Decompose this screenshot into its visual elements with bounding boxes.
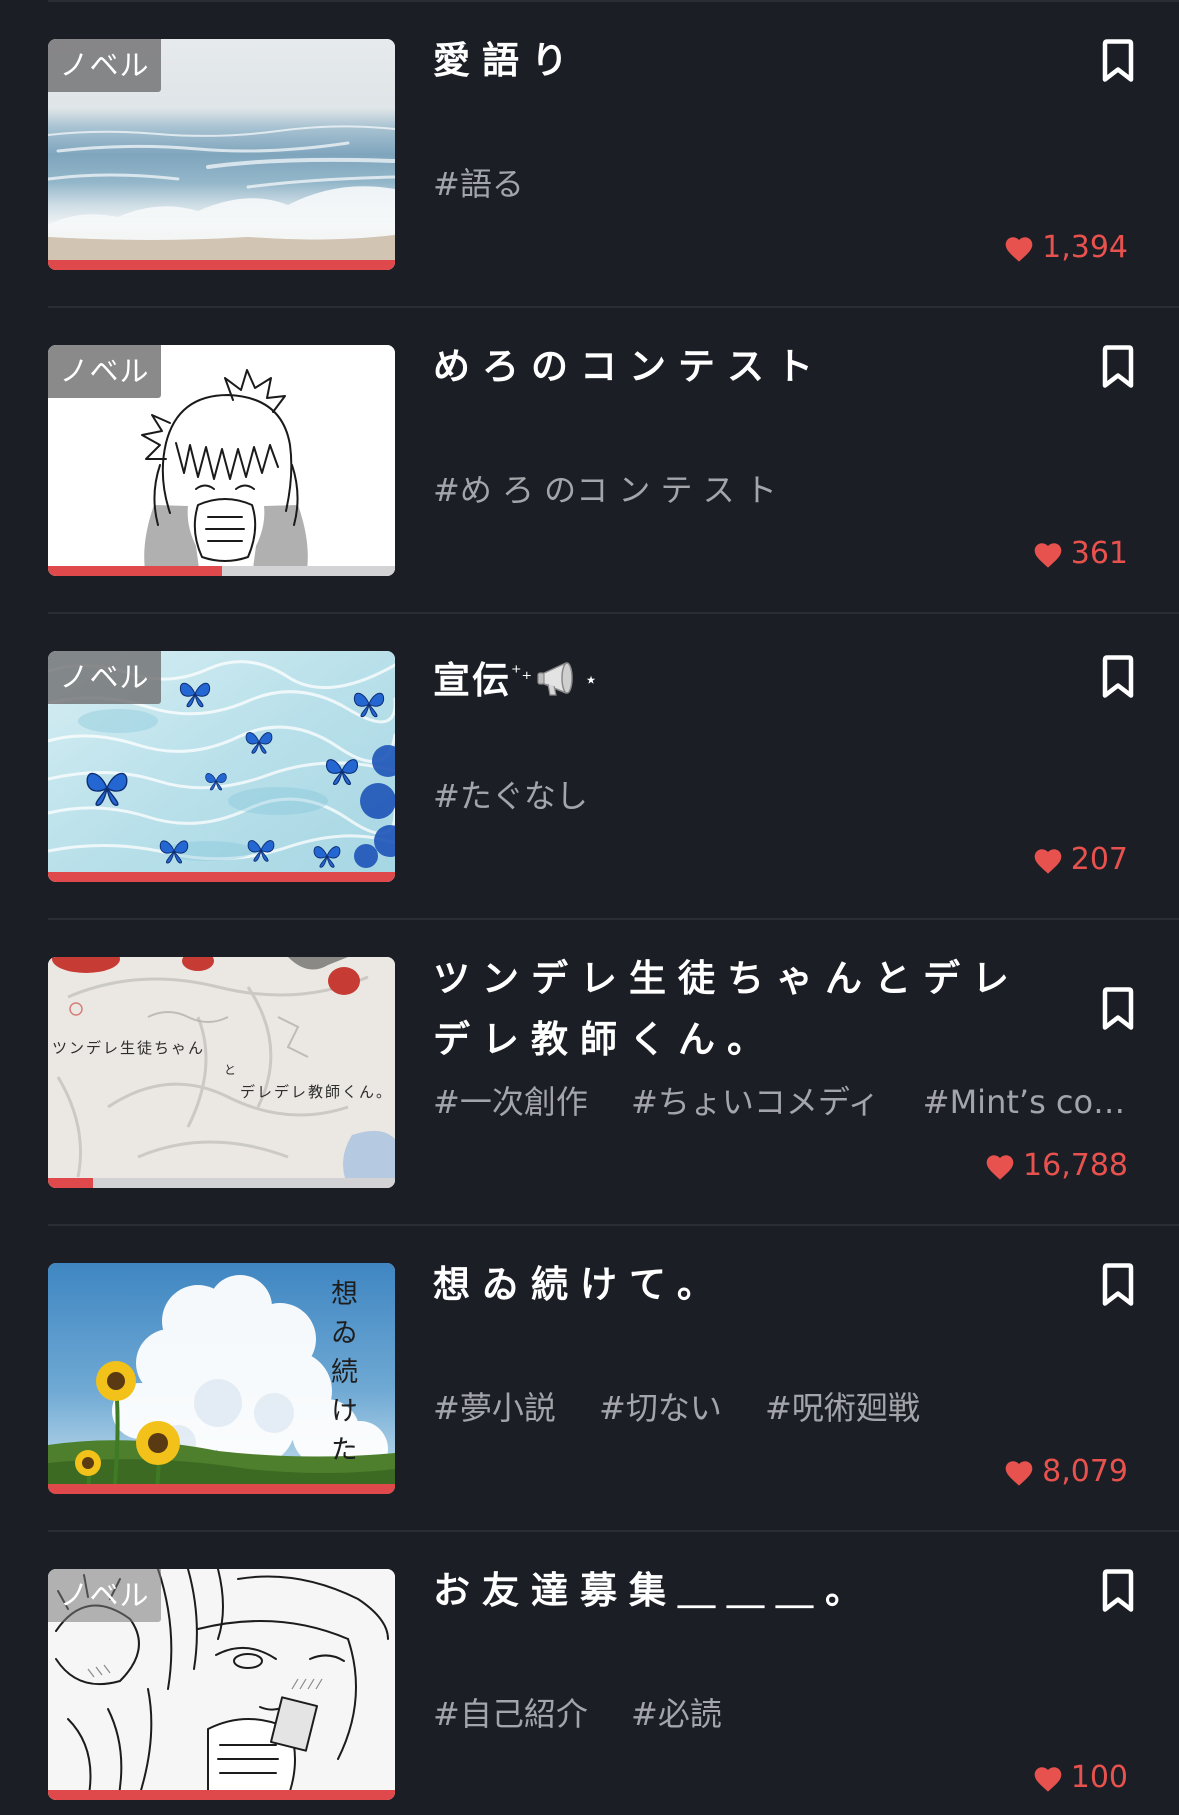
cover-image[interactable]: ノベル: [48, 39, 395, 270]
read-progress-fill: [48, 260, 395, 270]
read-progress-fill: [48, 872, 395, 882]
cover-lettering: デレデレ教師くん。: [240, 1083, 394, 1101]
cover-image[interactable]: 想ゐ続けた: [48, 1263, 395, 1494]
story-list-item[interactable]: ノベル 愛語り #語る 1,394: [48, 0, 1179, 306]
read-progress-fill: [48, 1790, 395, 1800]
tag[interactable]: #語る: [433, 165, 524, 203]
item-header: 宣伝⁺₊ ⋆: [433, 642, 1137, 711]
story-list-item[interactable]: ツンデレ生徒ちゃん と デレデレ教師くん。 ツンデレ生徒ちゃんとデレデレ教師くん…: [48, 918, 1179, 1224]
like-count-value: 100: [1070, 1760, 1128, 1795]
story-title[interactable]: 愛語り: [433, 30, 1043, 91]
story-list-item[interactable]: ノベル めろのコンテスト #め ろ のコ ン テ ス ト 361: [48, 306, 1179, 612]
novel-badge: ノベル: [48, 39, 161, 92]
story-title-text: 宣伝: [433, 659, 511, 702]
like-count: 207: [1032, 842, 1128, 878]
cover-lettering: と: [224, 1063, 239, 1077]
like-count: 361: [1032, 536, 1128, 572]
bookmark-icon: [1099, 987, 1137, 1031]
read-progress-bar: [48, 1484, 395, 1494]
bookmark-button[interactable]: [1099, 1569, 1137, 1613]
read-progress-bar: [48, 566, 395, 576]
like-count: 1,394: [1003, 230, 1128, 266]
like-count-value: 361: [1070, 536, 1128, 571]
read-progress-fill: [48, 1484, 395, 1494]
tsundere-cover-art: [48, 957, 395, 1188]
tag-list: #たぐなし: [433, 777, 1153, 815]
item-header: ツンデレ生徒ちゃんとデレデレ教師くん。: [433, 948, 1137, 1070]
like-count: 100: [1032, 1760, 1128, 1796]
item-header: 想ゐ続けて。: [433, 1254, 1137, 1315]
megaphone-icon: [537, 662, 573, 696]
bookmark-button[interactable]: [1099, 39, 1137, 83]
like-count-value: 207: [1070, 842, 1128, 877]
read-progress-fill: [48, 1178, 94, 1188]
tag[interactable]: #自己紹介: [433, 1695, 588, 1733]
read-progress-bar: [48, 260, 395, 270]
bookmark-icon: [1099, 1569, 1137, 1613]
story-list-item[interactable]: ノベル お友達募集＿＿＿。 #自己紹介 #必読 100: [48, 1530, 1179, 1815]
tag-list: #語る: [433, 165, 1153, 203]
heart-icon: [1032, 539, 1064, 569]
bookmark-button[interactable]: [1099, 655, 1137, 699]
like-count: 8,079: [1003, 1454, 1128, 1490]
bookmark-icon: [1099, 345, 1137, 389]
sparkle-decoration: ⁺₊: [511, 660, 533, 684]
cover-image[interactable]: ノベル: [48, 1569, 395, 1800]
tag[interactable]: #夢小説: [433, 1389, 556, 1427]
item-header: お友達募集＿＿＿。: [433, 1560, 1137, 1621]
tag-list: #め ろ のコ ン テ ス ト: [433, 471, 1153, 509]
read-progress-bar: [48, 872, 395, 882]
novel-badge: ノベル: [48, 651, 161, 704]
read-progress-bar: [48, 1178, 395, 1188]
tag[interactable]: #一次創作: [433, 1083, 588, 1121]
story-title[interactable]: 宣伝⁺₊ ⋆: [433, 642, 1043, 711]
heart-icon: [1032, 1763, 1064, 1793]
bookmark-icon: [1099, 1263, 1137, 1307]
item-header: めろのコンテスト: [433, 336, 1137, 397]
tag-list: #自己紹介 #必読: [433, 1695, 1153, 1733]
tag[interactable]: #たぐなし: [433, 777, 588, 815]
heart-icon: [1003, 233, 1035, 263]
like-count-value: 8,079: [1042, 1454, 1128, 1489]
heart-icon: [984, 1151, 1016, 1181]
story-list: ノベル 愛語り #語る 1,394 ノベル めろのコンテスト #め ろ のコ ン…: [0, 0, 1179, 1815]
cover-image[interactable]: ツンデレ生徒ちゃん と デレデレ教師くん。: [48, 957, 395, 1188]
story-list-item[interactable]: ノベル 宣伝⁺₊ ⋆ #たぐなし 207: [48, 612, 1179, 918]
bookmark-button[interactable]: [1099, 345, 1137, 389]
cover-lettering: ツンデレ生徒ちゃん: [52, 1039, 206, 1057]
story-title[interactable]: ツンデレ生徒ちゃんとデレデレ教師くん。: [433, 948, 1043, 1070]
tag[interactable]: #Mint’s co…: [923, 1083, 1125, 1121]
bookmark-button[interactable]: [1099, 987, 1137, 1031]
read-progress-bar: [48, 1790, 395, 1800]
heart-icon: [1032, 845, 1064, 875]
tag-list: #一次創作 #ちょいコメディ #Mint’s co…: [433, 1083, 1153, 1121]
cover-image[interactable]: ノベル: [48, 651, 395, 882]
novel-badge: ノベル: [48, 1569, 161, 1622]
star-decoration: ⋆: [584, 668, 598, 693]
story-list-item[interactable]: 想ゐ続けた 想ゐ続けて。 #夢小説 #切ない #呪術廻戦 8,079: [48, 1224, 1179, 1530]
tag[interactable]: #ちょいコメディ: [631, 1083, 880, 1121]
story-title[interactable]: 想ゐ続けて。: [433, 1254, 1043, 1315]
heart-icon: [1003, 1457, 1035, 1487]
tag[interactable]: #め ろ のコ ン テ ス ト: [433, 471, 777, 509]
bookmark-button[interactable]: [1099, 1263, 1137, 1307]
bookmark-icon: [1099, 39, 1137, 83]
story-title[interactable]: お友達募集＿＿＿。: [433, 1560, 1043, 1621]
tag-list: #夢小説 #切ない #呪術廻戦: [433, 1389, 1153, 1427]
story-title[interactable]: めろのコンテスト: [433, 336, 1043, 397]
like-count-value: 1,394: [1042, 230, 1128, 265]
like-count-value: 16,788: [1023, 1148, 1128, 1183]
tag[interactable]: #切ない: [599, 1389, 722, 1427]
tag[interactable]: #呪術廻戦: [765, 1389, 920, 1427]
like-count: 16,788: [984, 1148, 1128, 1184]
cover-lettering: 想ゐ続けた: [326, 1279, 357, 1474]
bookmark-icon: [1099, 655, 1137, 699]
cover-image[interactable]: ノベル: [48, 345, 395, 576]
read-progress-fill: [48, 566, 222, 576]
novel-badge: ノベル: [48, 345, 161, 398]
tag[interactable]: #必読: [631, 1695, 722, 1733]
item-header: 愛語り: [433, 30, 1137, 91]
